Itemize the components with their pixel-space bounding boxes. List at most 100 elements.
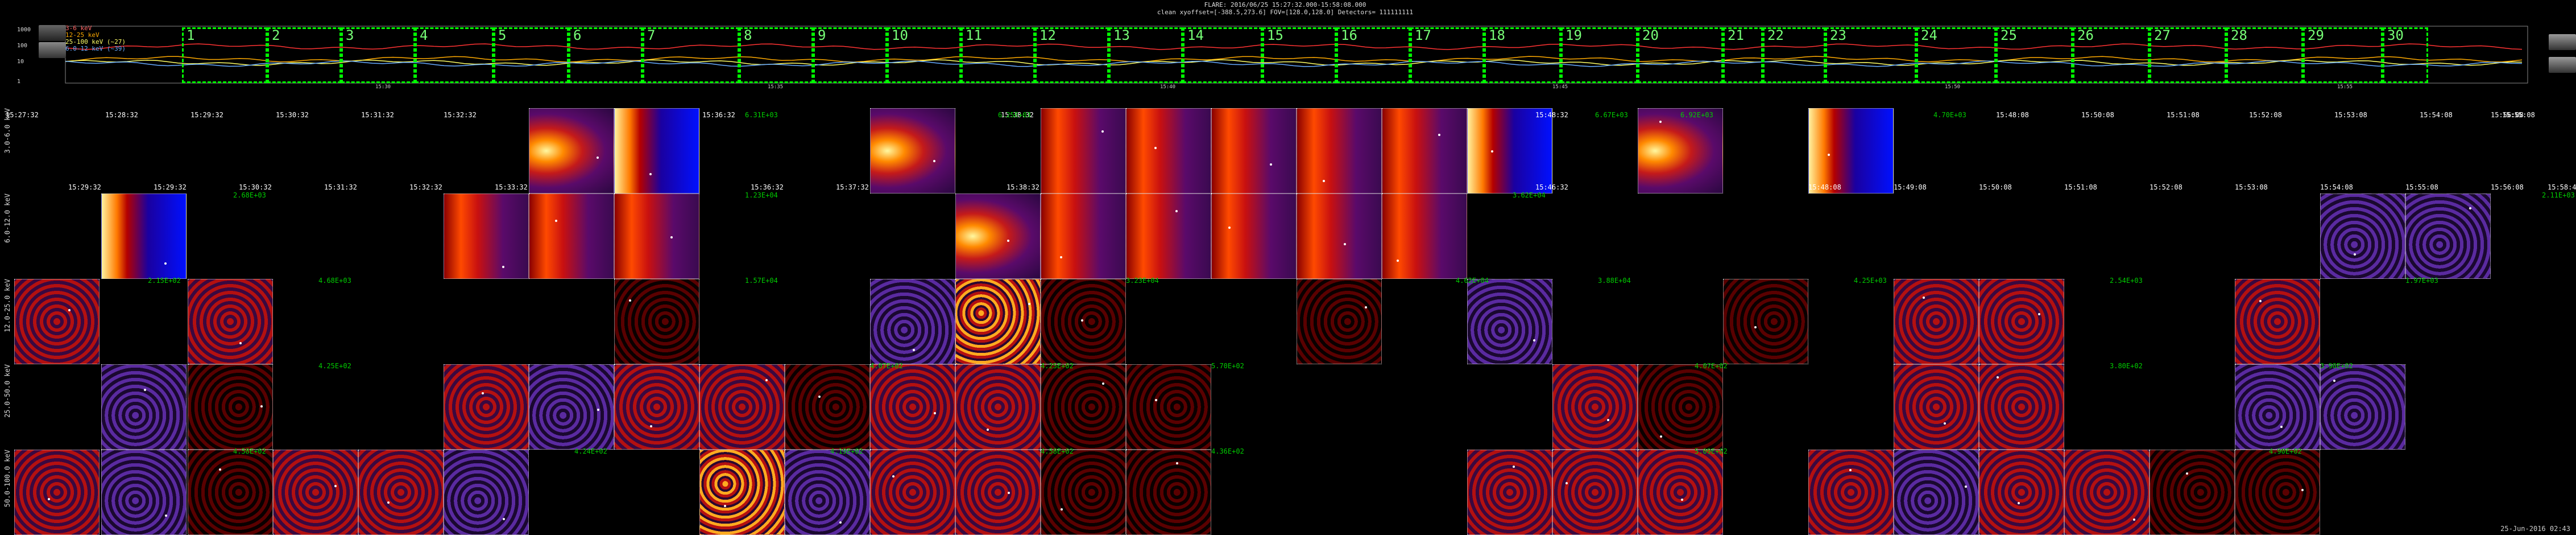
solar-image bbox=[2150, 450, 2235, 535]
interval-number: 1 bbox=[187, 27, 195, 43]
solar-image bbox=[1211, 194, 1297, 279]
solar-image bbox=[870, 108, 955, 194]
interval-number: 11 bbox=[966, 27, 982, 43]
source-peak bbox=[650, 425, 652, 427]
image-time-label: 15:54:08 bbox=[2420, 111, 2453, 119]
image-peak-value: 4.62E+04 bbox=[1456, 277, 1489, 285]
image-peak-value: 2.11E+03 bbox=[2542, 191, 2575, 199]
source-peak bbox=[933, 160, 935, 162]
interval-number: 4 bbox=[420, 27, 428, 43]
time-axis-label: 15:55 bbox=[2337, 84, 2353, 90]
interval-number: 16 bbox=[1341, 27, 1357, 43]
source-peak bbox=[987, 429, 989, 431]
solar-image bbox=[1467, 279, 1552, 364]
image-peak-value: 4.25E+03 bbox=[1854, 277, 1887, 285]
left-rail-indicator-2 bbox=[39, 42, 66, 58]
energy-legend: 3-6 keV 12-25 keV 25-100 keV (~27) 6.0-12 k… bbox=[65, 25, 126, 52]
solar-image bbox=[14, 450, 100, 535]
solar-image bbox=[188, 450, 273, 535]
solar-image bbox=[1126, 194, 1211, 279]
image-peak-value: 4.70E+03 bbox=[1933, 111, 1966, 119]
source-peak bbox=[2038, 313, 2040, 315]
energy-band-label: 6.0-12.0 keV bbox=[3, 194, 11, 243]
image-peak-value: 4.90E+02 bbox=[2269, 447, 2302, 455]
source-peak bbox=[1028, 303, 1030, 305]
interval-number: 12 bbox=[1039, 27, 1056, 43]
time-interval-box bbox=[643, 27, 739, 83]
solar-image bbox=[1297, 194, 1382, 279]
image-peak-value: 6.25E+03 bbox=[998, 111, 1031, 119]
image-time-label: 15:46:32 bbox=[1535, 183, 1568, 191]
source-peak bbox=[555, 220, 557, 222]
image-time-label: 15:56:08 bbox=[2491, 111, 2524, 119]
interval-number: 21 bbox=[1728, 27, 1744, 43]
image-peak-value: 4.19E+02 bbox=[830, 447, 863, 455]
source-peak bbox=[387, 501, 390, 504]
source-peak bbox=[2301, 489, 2304, 491]
source-peak bbox=[1849, 469, 1852, 471]
solar-image bbox=[529, 364, 614, 450]
solar-image bbox=[1467, 108, 1552, 194]
interval-number: 6 bbox=[573, 27, 582, 43]
source-peak bbox=[1923, 297, 1925, 299]
solar-image bbox=[1382, 108, 1467, 194]
image-time-label: 15:54:08 bbox=[2320, 183, 2353, 191]
source-peak bbox=[649, 173, 652, 175]
interval-number: 7 bbox=[647, 27, 656, 43]
source-peak bbox=[1270, 163, 1272, 166]
solar-image bbox=[2235, 450, 2320, 535]
image-time-label: 15:30:32 bbox=[239, 183, 272, 191]
image-time-label: 15:32:32 bbox=[444, 111, 477, 119]
image-time-label: 15:55:08 bbox=[2405, 183, 2438, 191]
solar-image bbox=[1297, 279, 1382, 364]
image-peak-value: 6.67E+03 bbox=[1595, 111, 1628, 119]
y-tick-label: 10 bbox=[17, 59, 24, 65]
solar-image bbox=[785, 450, 870, 535]
image-peak-value: 3.80E+02 bbox=[2110, 362, 2143, 370]
image-time-label: 15:58:48 bbox=[2548, 183, 2576, 191]
time-axis-label: 15:35 bbox=[768, 84, 784, 90]
solar-image bbox=[1979, 279, 2064, 364]
image-time-label: 15:53:08 bbox=[2334, 111, 2367, 119]
source-peak bbox=[2133, 518, 2135, 521]
image-peak-value: 3.62E+04 bbox=[1513, 191, 1546, 199]
solar-image bbox=[955, 364, 1041, 450]
solar-image bbox=[955, 279, 1041, 364]
source-peak bbox=[892, 475, 894, 478]
interval-number: 17 bbox=[1415, 27, 1431, 43]
interval-number: 27 bbox=[2154, 27, 2171, 43]
solar-image bbox=[444, 450, 529, 535]
solar-image bbox=[614, 364, 699, 450]
solar-image bbox=[529, 108, 614, 194]
source-peak bbox=[1566, 482, 1568, 484]
image-time-label: 15:29:32 bbox=[190, 111, 223, 119]
solar-image bbox=[1126, 364, 1211, 450]
solar-image bbox=[14, 279, 100, 364]
interval-number: 25 bbox=[2001, 27, 2017, 43]
source-peak bbox=[1154, 147, 1157, 149]
image-peak-value: 4.07E+02 bbox=[1695, 362, 1728, 370]
solar-image bbox=[1638, 108, 1723, 194]
image-time-label: 15:56:08 bbox=[2491, 183, 2524, 191]
page: FLARE: 2016/06/25 15:27:32.000-15:58:08.… bbox=[0, 0, 2576, 535]
solar-image bbox=[1382, 194, 1467, 279]
source-peak bbox=[1513, 466, 1515, 468]
solar-image bbox=[1126, 108, 1211, 194]
interval-number: 22 bbox=[1767, 27, 1784, 43]
solar-image bbox=[1894, 279, 1979, 364]
interval-number: 30 bbox=[2387, 27, 2404, 43]
image-time-label: 15:28:32 bbox=[105, 111, 138, 119]
image-time-label: 15:30:32 bbox=[276, 111, 309, 119]
interval-number: 19 bbox=[1566, 27, 1582, 43]
image-peak-value: 2.15E+02 bbox=[148, 277, 181, 285]
solar-image bbox=[1808, 108, 1894, 194]
image-peak-value: 4.07E+02 bbox=[870, 362, 903, 370]
source-peak bbox=[1176, 462, 1178, 464]
time-axis-label: 15:30 bbox=[375, 84, 391, 90]
interval-number: 24 bbox=[1921, 27, 1937, 43]
solar-image bbox=[614, 194, 699, 279]
image-peak-value: 2.54E+03 bbox=[2110, 277, 2143, 285]
energy-band-label: 12.0-25.0 keV bbox=[3, 279, 11, 332]
solar-image bbox=[1041, 364, 1126, 450]
flare-title: FLARE: 2016/06/25 15:27:32.000-15:58:08.… bbox=[1204, 1, 1366, 9]
